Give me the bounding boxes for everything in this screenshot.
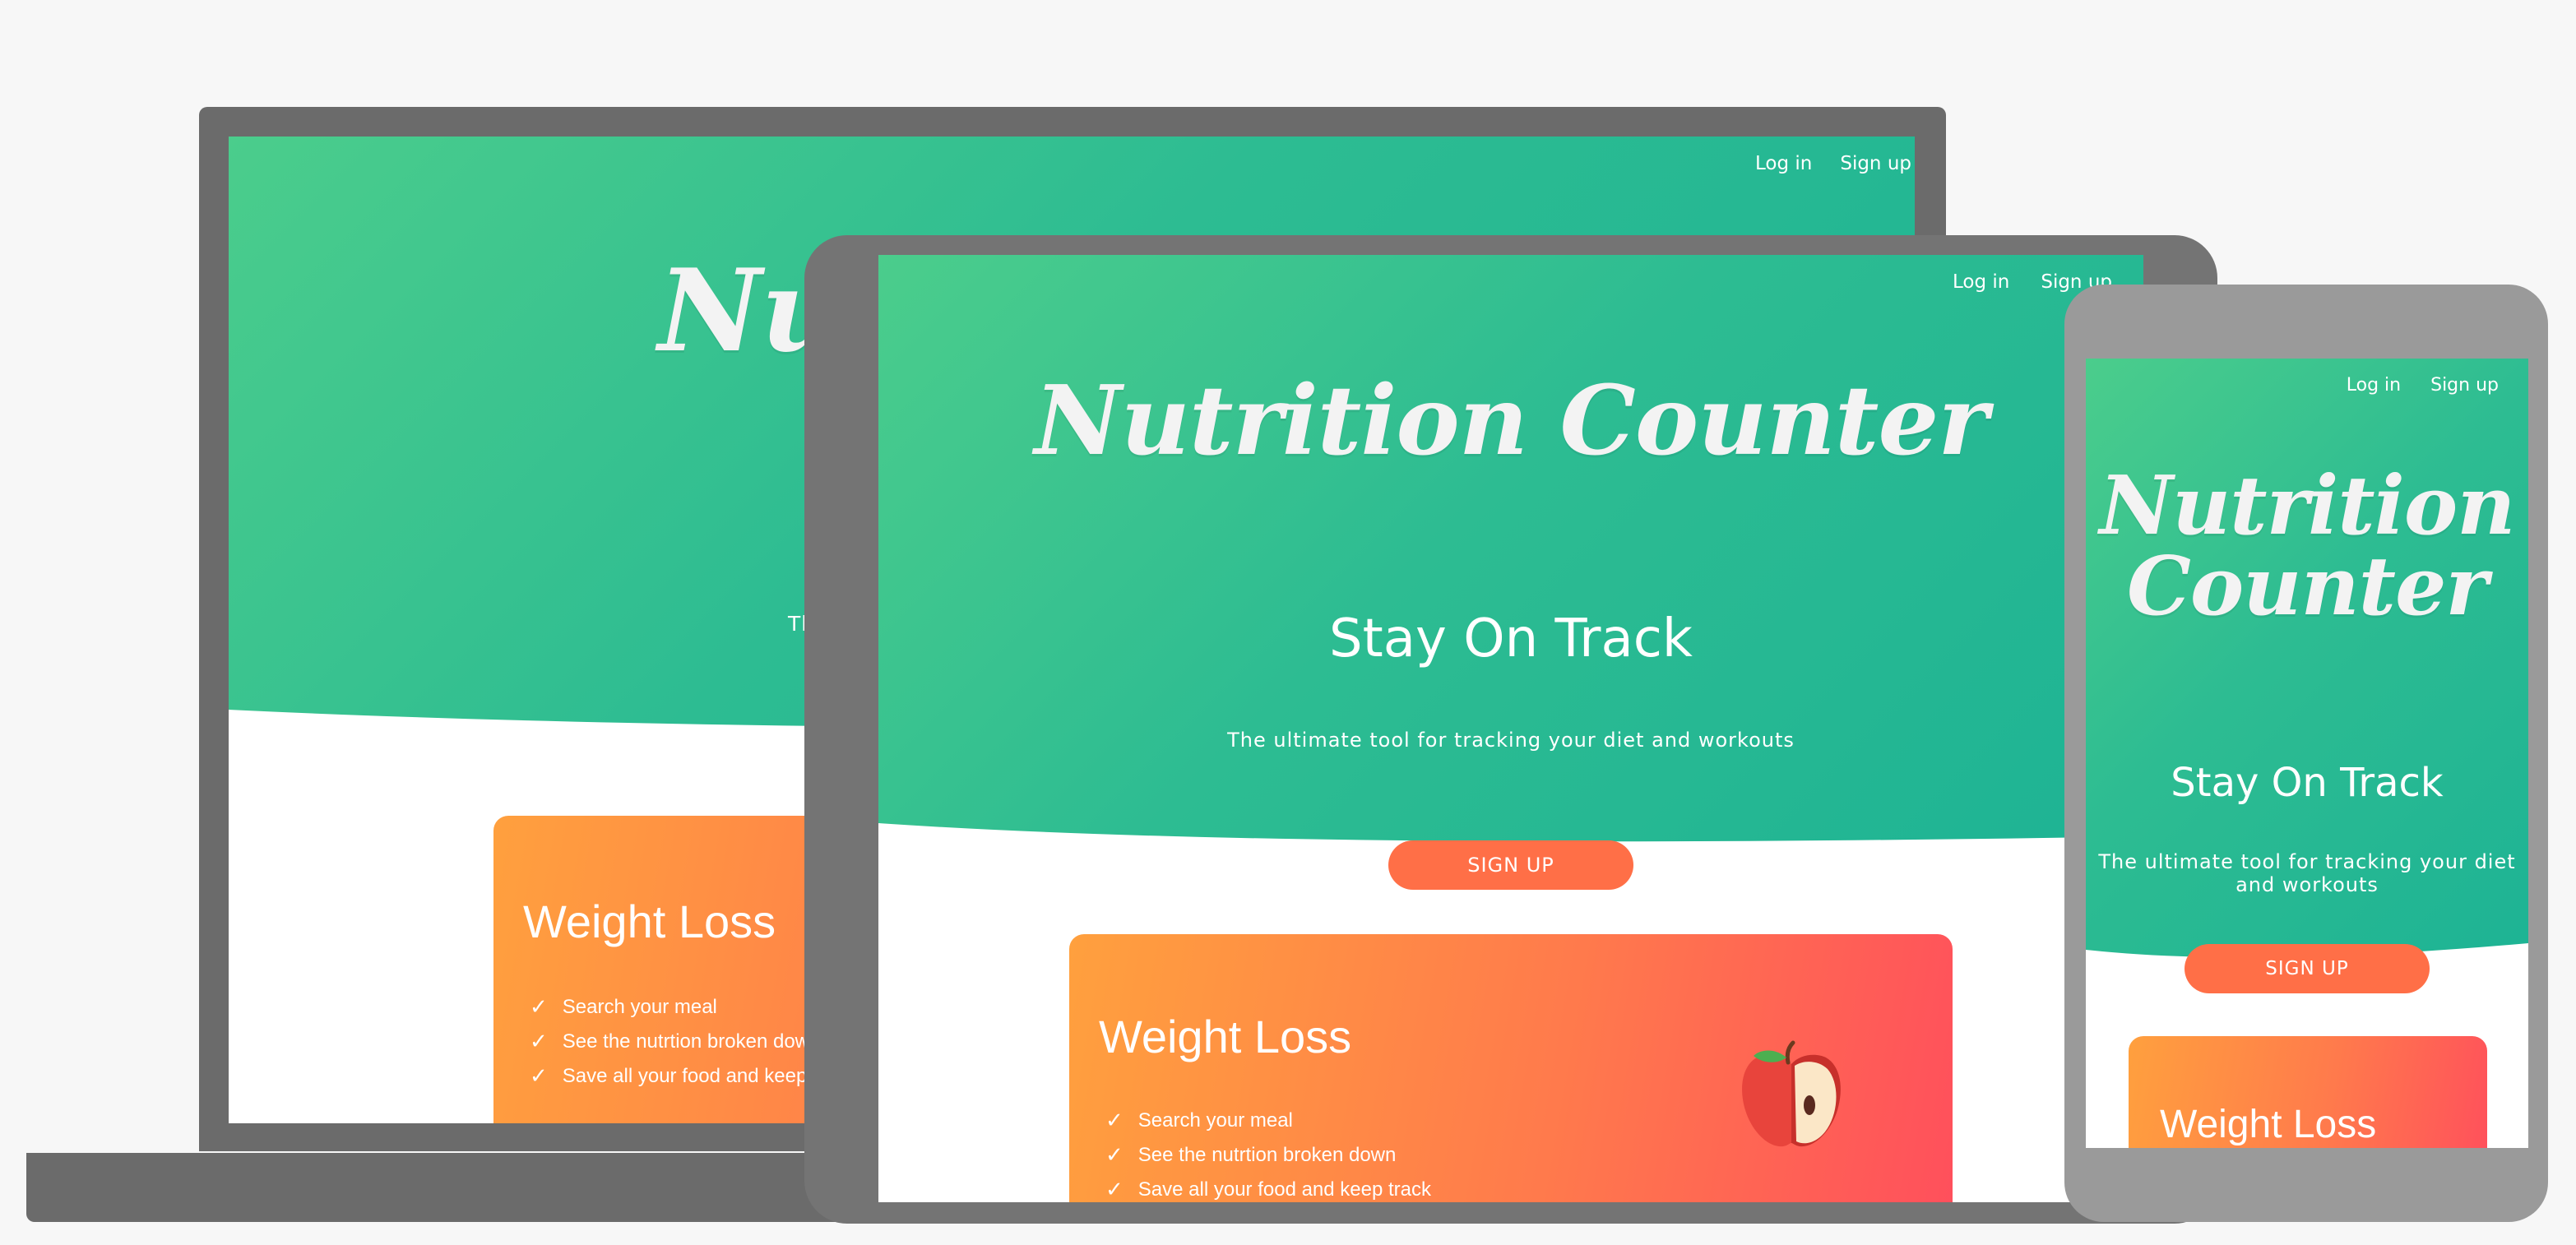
feature-item: ✓ Search your meal [530,990,809,1025]
hero-section [878,255,2143,872]
weight-loss-card: Weight Loss ✓ Search your meal ✓ See the n… [1069,934,1953,1202]
check-icon: ✓ [530,995,548,1020]
brand-title-line2: Counter [2126,539,2488,634]
signup-button[interactable]: SIGN UP [2185,944,2430,993]
feature-label: See the nutrtion broken down [1137,1144,1397,1166]
feature-label: Search your meal [1137,1109,1293,1132]
check-icon: ✓ [530,1030,548,1054]
signup-link[interactable]: Sign up [2430,375,2499,396]
feature-label: Search your meal [562,996,717,1018]
check-icon: ✓ [1105,1178,1124,1202]
apple-icon [1742,1040,1841,1147]
nav-bar: Log in Sign up [2347,375,2499,396]
hero-subtitle: The ultimate tool for tracking your diet… [1227,729,1795,752]
login-link[interactable]: Log in [1953,271,2009,293]
feature-item: ✓ Save all your food and keep track [1105,1173,1431,1202]
check-icon: ✓ [1105,1143,1124,1168]
signup-button[interactable]: SIGN UP [1388,840,1633,890]
feature-list: ✓ Search your meal ✓ See the nutrtion brok… [1105,1104,1431,1202]
login-link[interactable]: Log in [2347,375,2401,396]
card-title: Weight Loss [2160,1103,2377,1146]
nav-bar: Log in Sign up [1755,153,1911,174]
feature-item: ✓ See the nutrtion broken down [1105,1138,1431,1173]
hero-tagline: Stay On Track [1329,609,1693,669]
feature-label: See the nutrtion broken dow [562,1030,809,1053]
tablet-screen: Log in Sign up Nutrition Counter Stay On… [878,255,2143,1202]
login-link[interactable]: Log in [1755,153,1812,174]
feature-item: ✓ Search your meal [1105,1104,1431,1138]
weight-loss-card: Weight Loss [2129,1036,2487,1148]
card-title: Weight Loss [1099,1011,1352,1062]
feature-list: ✓ Search your meal ✓ See the nutrtion brok… [530,990,809,1094]
feature-item: ✓ Save all your food and keep [530,1059,809,1094]
brand-title: Nutrition Counter [1034,365,1989,477]
phone-screen: Log in Sign up Nutrition Counter Stay On… [2086,359,2528,1148]
signup-link[interactable]: Sign up [1840,153,1911,174]
feature-label: Save all your food and keep track [1137,1178,1432,1201]
card-title: Weight Loss [523,896,776,947]
check-icon: ✓ [1105,1108,1124,1133]
hero-tagline: Stay On Track [2171,760,2444,806]
check-icon: ✓ [530,1064,548,1089]
hero-subtitle: The ultimate tool for tracking your diet… [2098,850,2516,896]
feature-label: Save all your food and keep [562,1065,808,1087]
feature-item: ✓ See the nutrtion broken dow [530,1025,809,1059]
